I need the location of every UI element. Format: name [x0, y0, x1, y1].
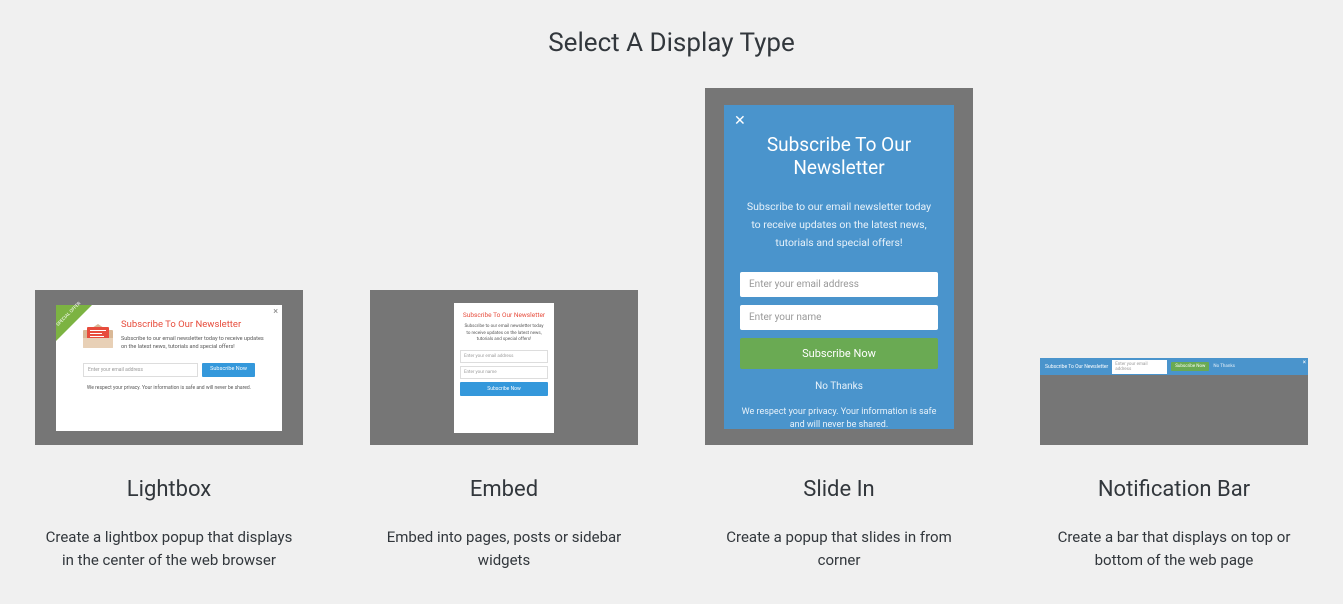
no-thanks-link: No Thanks	[1213, 364, 1235, 369]
email-input: Enter your email address	[460, 350, 548, 363]
preview-notifbar: Subscribe To Our Newsletter Enter your e…	[1040, 358, 1308, 445]
lightbox-subtitle: Subscribe to our email newsletter today …	[121, 335, 270, 352]
subscribe-button: Subscribe Now	[202, 363, 255, 377]
notification-bar: Subscribe To Our Newsletter Enter your e…	[1040, 358, 1308, 375]
option-embed[interactable]: Subscribe To Our Newsletter Subscribe to…	[369, 290, 639, 571]
email-input: Enter your email address	[1112, 360, 1167, 374]
option-title-embed: Embed	[470, 477, 538, 502]
preview-lightbox: SPECIAL OFFER × Subscribe To	[35, 290, 303, 445]
option-desc-slidein: Create a popup that slides in from corne…	[704, 526, 974, 571]
no-thanks-link: No Thanks	[740, 381, 938, 392]
lightbox-title: Subscribe To Our Newsletter	[121, 319, 270, 330]
display-type-options: SPECIAL OFFER × Subscribe To	[0, 88, 1343, 571]
subscribe-button: Subscribe Now	[1171, 362, 1209, 371]
subscribe-button: Subscribe Now	[460, 382, 548, 396]
close-icon: ×	[273, 307, 278, 317]
option-lightbox[interactable]: SPECIAL OFFER × Subscribe To	[34, 290, 304, 571]
option-desc-lightbox: Create a lightbox popup that displays in…	[34, 526, 304, 571]
slidein-modal: ✕ Subscribe To Our Newsletter Subscribe …	[724, 105, 954, 429]
name-input: Enter your name	[740, 305, 938, 330]
privacy-text: We respect your privacy. Your informatio…	[740, 406, 938, 433]
option-title-slidein: Slide In	[803, 477, 874, 502]
close-icon: ✕	[734, 113, 746, 129]
lightbox-modal: SPECIAL OFFER × Subscribe To	[56, 305, 282, 431]
option-title-lightbox: Lightbox	[127, 477, 211, 502]
page-title: Select A Display Type	[0, 0, 1343, 88]
email-input: Enter your email address	[740, 272, 938, 297]
privacy-text: We respect your privacy. Your informatio…	[68, 385, 270, 391]
name-input: Enter your name	[460, 366, 548, 379]
embed-modal: Subscribe To Our Newsletter Subscribe to…	[454, 303, 554, 433]
option-title-notifbar: Notification Bar	[1098, 477, 1250, 502]
slidein-subtitle: Subscribe to our email newsletter today …	[740, 198, 938, 252]
option-desc-embed: Embed into pages, posts or sidebar widge…	[369, 526, 639, 571]
envelope-icon	[83, 326, 113, 348]
preview-slidein: ✕ Subscribe To Our Newsletter Subscribe …	[705, 88, 973, 445]
notifbar-title: Subscribe To Our Newsletter	[1045, 364, 1108, 370]
subscribe-button: Subscribe Now	[740, 338, 938, 369]
preview-embed: Subscribe To Our Newsletter Subscribe to…	[370, 290, 638, 445]
slidein-title: Subscribe To Our Newsletter	[740, 133, 938, 181]
embed-subtitle: Subscribe to our email newsletter today …	[460, 324, 548, 344]
email-input: Enter your email address	[83, 363, 198, 377]
option-slidein[interactable]: ✕ Subscribe To Our Newsletter Subscribe …	[704, 88, 974, 571]
close-icon: ×	[1303, 359, 1306, 366]
option-notifbar[interactable]: Subscribe To Our Newsletter Enter your e…	[1039, 358, 1309, 571]
embed-title: Subscribe To Our Newsletter	[460, 311, 548, 319]
option-desc-notifbar: Create a bar that displays on top or bot…	[1039, 526, 1309, 571]
